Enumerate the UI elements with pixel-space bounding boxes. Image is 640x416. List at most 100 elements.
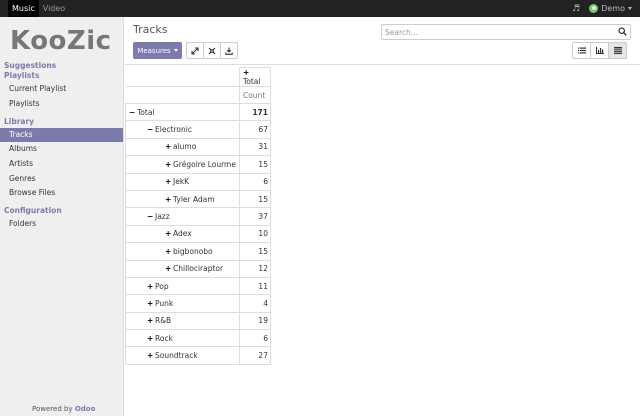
logo: KooZic	[10, 26, 112, 56]
pivot-cell-count: 67	[238, 120, 271, 139]
graph-view-button[interactable]	[590, 42, 609, 59]
pivot-row-header[interactable]: − Total	[125, 102, 240, 122]
top-navbar: Music Video ♬ Demo	[0, 0, 640, 17]
pivot-row: + bigbonobo 15	[125, 242, 271, 261]
collapse-minus-icon: −	[147, 212, 154, 222]
pivot-row-label: alumo	[173, 142, 197, 152]
pivot-row-label: Jazz	[155, 212, 170, 222]
pivot-cell-count: 19	[238, 311, 271, 331]
pivot-cell-count: 171	[238, 102, 271, 122]
expand-plus-icon: +	[165, 246, 172, 256]
pivot-row: + Punk 4	[125, 294, 271, 313]
pivot-cell-count: 6	[238, 329, 271, 348]
chevron-down-icon	[628, 7, 632, 10]
pivot-view-icon	[613, 47, 622, 54]
pivot-row-header[interactable]: − Jazz	[125, 207, 240, 226]
sidebar-item-genres[interactable]: Genres	[0, 172, 123, 186]
pivot-row: + Chillociraptor 12	[125, 259, 271, 278]
page-title: Tracks	[133, 23, 168, 36]
expand-plus-icon: +	[165, 229, 172, 239]
pivot-header-row: +Total	[125, 67, 271, 87]
pivot-row-header[interactable]: + Soundtrack	[125, 346, 240, 365]
pivot-row-label: Soundtrack	[155, 351, 198, 361]
pivot-row: + Tyler Adam 15	[125, 189, 271, 209]
pivot-col-header-label: Total	[242, 77, 261, 86]
pivot-row-label: Pop	[155, 281, 169, 291]
pivot-row-header[interactable]: + JekK	[125, 172, 240, 191]
measures-button[interactable]: Measures	[133, 42, 182, 59]
pivot-cell-count: 6	[238, 172, 271, 191]
pivot-row-header[interactable]: + Chillociraptor	[125, 259, 240, 278]
pivot-row: + Adex 10	[125, 224, 271, 244]
sidebar-section-library: Library	[4, 117, 35, 126]
user-name: Demo	[601, 4, 625, 13]
sidebar-item-browse-files[interactable]: Browse Files	[0, 186, 123, 200]
search-box	[381, 24, 631, 40]
expand-plus-icon: +	[165, 159, 172, 169]
avatar	[589, 4, 599, 13]
pivot-row: − Jazz 37	[125, 207, 271, 226]
sidebar-item-current-playlist[interactable]: Current Playlist	[0, 82, 123, 96]
pivot-row-label: Total	[137, 107, 155, 117]
main-content: Tracks Measures Search... +Total Count −…	[125, 17, 640, 416]
app-tabs: Music Video	[8, 0, 69, 17]
list-view-button[interactable]	[572, 42, 591, 59]
collapse-minus-icon: −	[147, 125, 154, 135]
pivot-cell-count: 15	[238, 242, 271, 261]
pivot-row-header[interactable]: + Pop	[125, 276, 240, 296]
pivot-row-label: Electronic	[155, 125, 192, 135]
pivot-row-label: Chillociraptor	[173, 264, 224, 274]
pivot-row-header[interactable]: + alumo	[125, 137, 240, 157]
pivot-col-header-total[interactable]: +Total	[238, 67, 271, 87]
expand-plus-icon: +	[242, 68, 250, 77]
sidebar-section-configuration: Configuration	[4, 206, 62, 215]
fit-button[interactable]	[203, 42, 221, 59]
pivot-row: − Electronic 67	[125, 120, 271, 139]
pivot-row: + JekK 6	[125, 172, 271, 191]
pivot-row-header[interactable]: + Grégoire Lourme	[125, 155, 240, 174]
pivot-row: − Total 171	[125, 102, 271, 122]
pivot-cell-count: 11	[238, 276, 271, 296]
pivot-table: +Total Count − Total 171− Electronic 67 + alum…	[125, 67, 271, 365]
powered-by: Powered by Odoo	[32, 405, 95, 413]
sidebar-section-suggestions[interactable]: Suggestions	[4, 61, 56, 70]
sidebar-item-tracks[interactable]: Tracks	[0, 128, 123, 142]
sidebar-item-albums[interactable]: Albums	[0, 142, 123, 156]
pivot-row-header[interactable]: + R&B	[125, 311, 240, 331]
pivot-row-label: Tyler Adam	[173, 194, 215, 204]
pivot-corner	[125, 86, 240, 104]
sidebar-item-playlists[interactable]: Playlists	[0, 97, 123, 111]
chevron-down-icon	[173, 49, 178, 52]
expand-plus-icon: +	[165, 264, 172, 274]
pivot-row-header[interactable]: + Punk	[125, 294, 240, 313]
pivot-row-header[interactable]: − Electronic	[125, 120, 240, 139]
download-button[interactable]	[220, 42, 238, 59]
pivot-row-header[interactable]: + Tyler Adam	[125, 189, 240, 209]
pivot-cell-count: 31	[238, 137, 271, 157]
user-menu[interactable]: Demo	[589, 4, 632, 13]
pivot-cell-count: 27	[238, 346, 271, 365]
tab-video[interactable]: Video	[39, 0, 69, 17]
expand-button[interactable]	[186, 42, 204, 59]
pivot-measure-header[interactable]: Count	[238, 86, 271, 104]
pivot-row-header[interactable]: + Rock	[125, 329, 240, 348]
pivot-row-header[interactable]: + Adex	[125, 224, 240, 244]
powered-by-brand-link[interactable]: Odoo	[75, 405, 96, 413]
pivot-view-button[interactable]	[608, 42, 627, 59]
pivot-cell-count: 37	[238, 207, 271, 226]
search-input[interactable]	[382, 25, 607, 39]
list-view-icon	[577, 47, 586, 54]
pivot-cell-count: 15	[238, 189, 271, 209]
pivot-cell-count: 4	[238, 294, 271, 313]
pivot-row-header[interactable]: + bigbonobo	[125, 242, 240, 261]
pivot-cell-count: 10	[238, 224, 271, 244]
pivot-row: + Grégoire Lourme 15	[125, 155, 271, 174]
expand-plus-icon: +	[147, 298, 154, 308]
sidebar-item-artists[interactable]: Artists	[0, 157, 123, 171]
sidebar-item-folders[interactable]: Folders	[0, 217, 123, 231]
expand-plus-icon: +	[147, 351, 154, 361]
music-note-icon[interactable]: ♬	[572, 4, 580, 14]
search-icon[interactable]	[618, 27, 627, 36]
tab-music[interactable]: Music	[8, 0, 39, 17]
pivot-cell-count: 15	[238, 155, 271, 174]
